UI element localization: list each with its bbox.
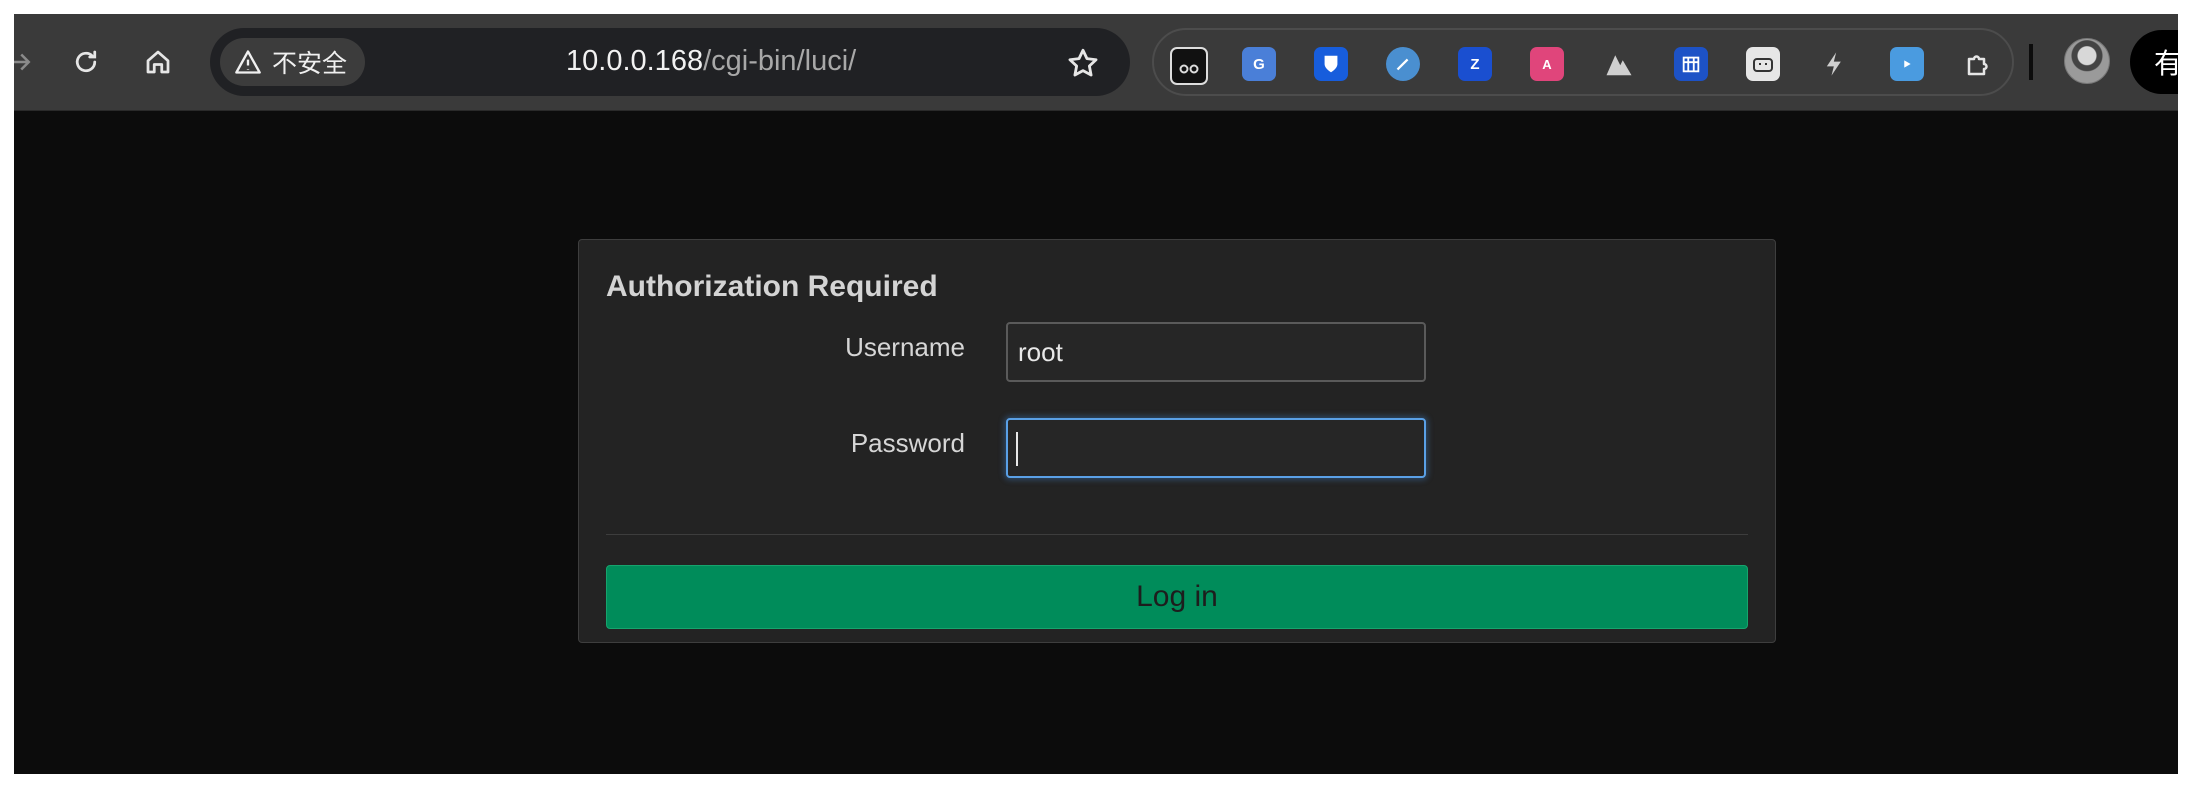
- glasses-extension-icon[interactable]: [1170, 47, 1208, 85]
- zotero-connector-icon[interactable]: Z: [1458, 47, 1492, 81]
- password-label: Password: [850, 428, 965, 458]
- security-indicator[interactable]: 不安全: [220, 38, 366, 86]
- profile-avatar[interactable]: [2064, 38, 2110, 84]
- username-label: Username: [845, 332, 965, 362]
- pen-extension-icon[interactable]: [1386, 47, 1420, 81]
- profile-label: 有: [2154, 48, 2178, 79]
- extensions-bar: G Z A: [1152, 28, 2014, 96]
- username-input[interactable]: [1006, 322, 1426, 382]
- forward-icon[interactable]: [14, 42, 40, 82]
- bilibili-cat-icon[interactable]: [1746, 47, 1780, 81]
- reload-icon[interactable]: [66, 42, 106, 82]
- language-extension-icon[interactable]: A: [1530, 47, 1564, 81]
- form-divider: [606, 534, 1748, 535]
- address-bar[interactable]: 不安全 10.0.0.168/cgi-bin/luci/: [210, 28, 1130, 96]
- bookmark-star-icon[interactable]: [1066, 46, 1100, 80]
- puzzle-extensions-icon[interactable]: [1962, 47, 1996, 81]
- home-icon[interactable]: [138, 42, 178, 82]
- tv-extension-icon[interactable]: [1890, 47, 1924, 81]
- security-label: 不安全: [272, 50, 348, 78]
- url-text[interactable]: 10.0.0.168/cgi-bin/luci/: [566, 45, 856, 78]
- calendar-extension-icon[interactable]: [1674, 47, 1708, 81]
- mountain-extension-icon[interactable]: [1602, 47, 1636, 81]
- profile-button[interactable]: 有: [2130, 30, 2178, 94]
- google-translate-icon[interactable]: G: [1242, 47, 1276, 81]
- warning-icon: [235, 50, 261, 74]
- login-button[interactable]: Log in: [606, 565, 1748, 629]
- url-path: /cgi-bin/luci/: [703, 45, 857, 77]
- url-host: 10.0.0.168: [566, 45, 704, 77]
- login-card: Authorization Required Username Password…: [578, 239, 1776, 643]
- password-input[interactable]: [1006, 418, 1426, 478]
- toolbar-divider: [2029, 44, 2033, 80]
- bitwarden-icon[interactable]: [1314, 47, 1348, 81]
- lightning-extension-icon[interactable]: [1818, 47, 1852, 81]
- browser-toolbar: 不安全 10.0.0.168/cgi-bin/luci/ G Z A 有: [14, 14, 2178, 111]
- page-title: Authorization Required: [606, 270, 938, 303]
- browser-window: 不安全 10.0.0.168/cgi-bin/luci/ G Z A 有 Aut…: [14, 14, 2178, 774]
- text-caret: [1016, 432, 1018, 466]
